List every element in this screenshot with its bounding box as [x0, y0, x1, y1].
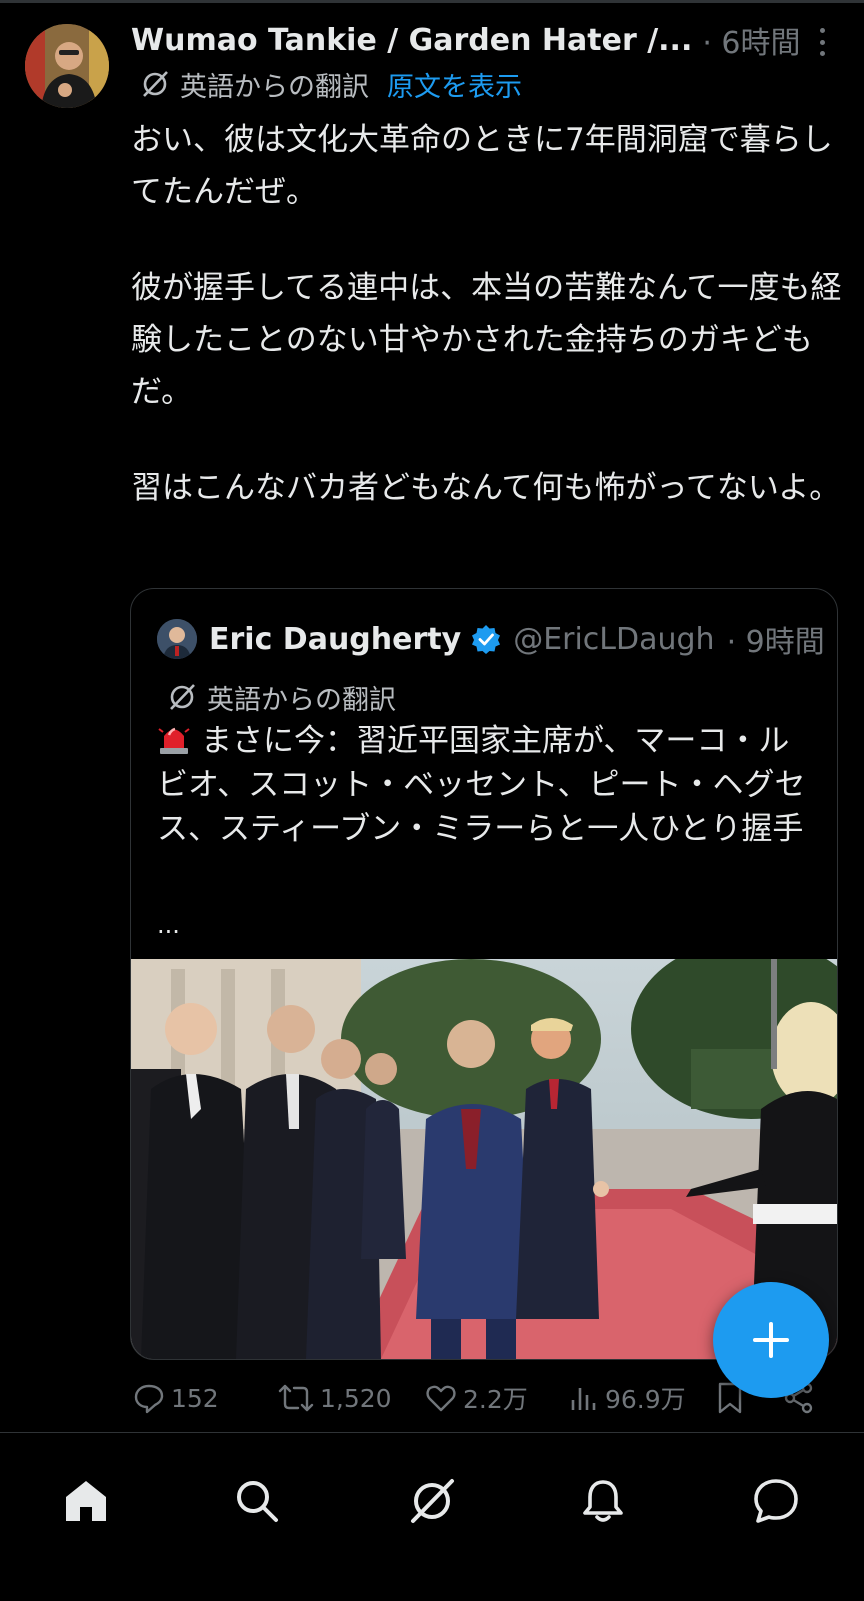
grok-translate-icon — [170, 684, 195, 710]
tweet-paragraph: おい、彼は文化大革命のときに7年間洞窟で暮らしてたんだぜ。 — [131, 122, 833, 210]
like-button[interactable]: 2.2万 — [425, 1375, 528, 1421]
compose-post-button[interactable] — [713, 1282, 829, 1398]
quoted-translation-label: 英語からの翻訳 — [207, 684, 396, 716]
verified-badge-icon — [472, 625, 501, 654]
reply-icon — [134, 1384, 164, 1414]
quoted-tweet-text: まさに今：習近平国家主席が、マーコ・ルビオ、スコット・ベッセント、ピート・ヘグセ… — [157, 723, 806, 847]
views-count: 96.9万 — [605, 1385, 686, 1414]
author-name[interactable]: Wumao Tankie / Garden Hater /... — [131, 23, 692, 58]
reply-count: 152 — [171, 1383, 219, 1413]
tweet-body: おい、彼は文化大革命のときに7年間洞窟で暮らしてたんだぜ。 彼が握手してる連中は… — [131, 114, 843, 514]
nav-notifications-bell-icon[interactable] — [573, 1471, 633, 1531]
repost-icon — [278, 1384, 314, 1412]
nav-messages-icon[interactable] — [746, 1471, 806, 1531]
tweet-paragraph: 習はこんなバカ者どもなんて何も怖がってないよ。 — [131, 470, 841, 506]
like-count: 2.2万 — [463, 1385, 528, 1414]
translation-row: 英語からの翻訳 原文を表示 — [140, 64, 522, 104]
translation-label: 英語からの翻訳 — [180, 71, 369, 103]
tweet-action-bar: 152 1,520 2.2万 96.9万 — [133, 1375, 833, 1421]
tweet-time[interactable]: · 6時間 — [702, 18, 800, 62]
quoted-translation-row: 英語からの翻訳 — [167, 677, 396, 717]
more-options-icon[interactable] — [808, 24, 836, 60]
tweet-header: Wumao Tankie / Garden Hater /... · 6時間 — [131, 18, 831, 62]
nav-search-icon[interactable] — [227, 1471, 287, 1531]
views-button[interactable]: 96.9万 — [569, 1375, 686, 1421]
bottom-nav-bar — [0, 1433, 864, 1601]
quoted-tweet-body: まさに今：習近平国家主席が、マーコ・ルビオ、スコット・ベッセント、ピート・ヘグセ… — [157, 719, 817, 851]
quoted-tweet[interactable]: Eric Daugherty @EricLDaugh · 9時間 英語からの翻訳… — [130, 588, 838, 1360]
views-chart-icon — [571, 1388, 596, 1410]
nav-home-icon[interactable] — [56, 1471, 116, 1531]
repost-button[interactable]: 1,520 — [278, 1375, 392, 1421]
grok-translate-icon — [143, 71, 168, 97]
nav-grok-icon[interactable] — [402, 1471, 462, 1531]
top-divider — [0, 0, 864, 3]
siren-emoji-icon — [158, 727, 190, 754]
repost-count: 1,520 — [320, 1383, 392, 1413]
reply-button[interactable]: 152 — [133, 1375, 219, 1421]
tweet-paragraph: 彼が握手してる連中は、本当の苦難なんて一度も経験したことのない甘やかされた金持ち… — [131, 270, 842, 410]
quoted-author-avatar — [157, 619, 197, 659]
heart-icon — [426, 1385, 456, 1412]
quoted-tweet-ellipsis: ... — [157, 911, 180, 939]
quoted-tweet-time: · 9時間 — [726, 625, 825, 660]
plus-icon — [753, 1322, 789, 1358]
show-original-link[interactable]: 原文を表示 — [387, 65, 522, 104]
author-avatar[interactable] — [25, 24, 109, 108]
quoted-author-handle: @EricLDaugh — [513, 621, 715, 657]
quoted-tweet-header: Eric Daugherty @EricLDaugh · 9時間 — [157, 614, 825, 664]
quoted-author-name: Eric Daugherty — [209, 621, 462, 657]
